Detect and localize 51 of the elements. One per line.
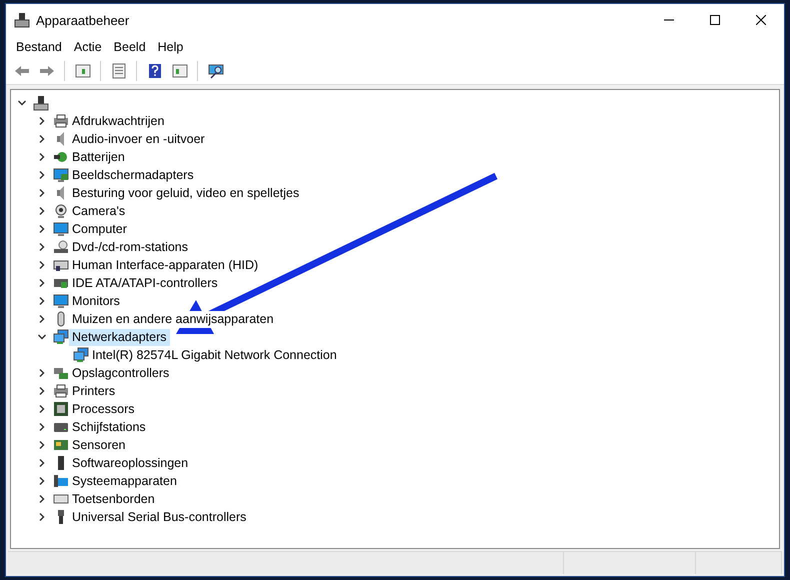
properties-icon	[110, 63, 126, 79]
storage-controller-icon	[53, 365, 69, 381]
menu-item[interactable]: Bestand	[10, 40, 68, 54]
tree-item[interactable]: Netwerkadapters	[69, 328, 170, 346]
close-icon	[756, 15, 766, 25]
collapse-chevron-icon[interactable]	[17, 98, 27, 108]
scan-monitor-icon	[208, 63, 224, 79]
network-icon	[73, 347, 89, 363]
expand-chevron-icon[interactable]	[37, 422, 47, 432]
expand-chevron-icon[interactable]	[37, 188, 47, 198]
network-icon	[53, 329, 69, 345]
expand-chevron-icon[interactable]	[37, 494, 47, 504]
display-adapter-icon	[53, 167, 69, 183]
maximize-icon	[710, 15, 720, 25]
sensor-icon	[53, 437, 69, 453]
disc-drive-icon	[53, 239, 69, 255]
expand-chevron-icon[interactable]	[37, 368, 47, 378]
menu-item[interactable]: Help	[152, 40, 190, 54]
forward-arrow-icon	[38, 63, 54, 79]
expand-chevron-icon[interactable]	[37, 206, 47, 216]
expand-chevron-icon[interactable]	[37, 512, 47, 522]
expand-chevron-icon[interactable]	[37, 458, 47, 468]
expand-chevron-icon[interactable]	[37, 242, 47, 252]
expand-chevron-icon[interactable]	[37, 170, 47, 180]
expand-chevron-icon[interactable]	[37, 260, 47, 270]
expand-chevron-icon[interactable]	[37, 314, 47, 324]
expand-chevron-icon[interactable]	[37, 476, 47, 486]
expand-chevron-icon[interactable]	[37, 440, 47, 450]
monitor-icon	[53, 221, 69, 237]
webcam-icon	[53, 203, 69, 219]
app-icon	[14, 12, 30, 28]
computer-tower-icon	[33, 95, 49, 111]
expand-chevron-icon[interactable]	[37, 116, 47, 126]
system-icon	[53, 473, 69, 489]
window-title: Apparaatbeheer	[36, 12, 130, 28]
printer-icon	[53, 113, 69, 129]
expand-chevron-icon[interactable]	[37, 386, 47, 396]
expand-chevron-icon[interactable]	[37, 134, 47, 144]
collapse-chevron-icon[interactable]	[37, 332, 47, 342]
expand-chevron-icon[interactable]	[37, 278, 47, 288]
menu-item[interactable]: Actie	[68, 40, 108, 54]
chip-icon	[53, 401, 69, 417]
expand-chevron-icon[interactable]	[37, 404, 47, 414]
monitor-icon	[53, 293, 69, 309]
expand-chevron-icon[interactable]	[37, 152, 47, 162]
printer-icon	[53, 383, 69, 399]
back-arrow-icon	[14, 63, 30, 79]
expand-chevron-icon[interactable]	[37, 224, 47, 234]
expand-chevron-icon[interactable]	[37, 296, 47, 306]
menu-item[interactable]: Beeld	[108, 40, 152, 54]
help-icon	[146, 63, 162, 79]
